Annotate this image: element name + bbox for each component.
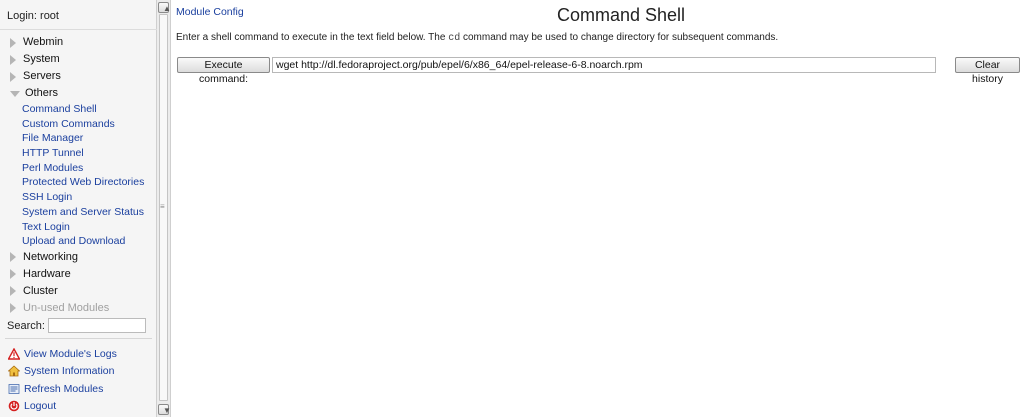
sidebar-item-text-login[interactable]: Text Login <box>0 220 157 235</box>
search-label: Search: <box>7 319 45 332</box>
sidebar-scrollbar[interactable]: ▲ ≡ ▼ <box>157 0 171 417</box>
module-nav: Webmin System Servers Others Command She… <box>0 34 157 317</box>
sidebar-item-system-server-status[interactable]: System and Server Status <box>0 205 157 220</box>
expand-arrow-icon <box>10 269 16 280</box>
category-label: Un-used Modules <box>23 301 110 314</box>
module-config-link[interactable]: Module Config <box>176 6 244 18</box>
command-input[interactable] <box>272 57 936 73</box>
category-label: Networking <box>23 250 79 263</box>
category-system[interactable]: System <box>0 51 157 68</box>
logout-icon <box>8 400 20 412</box>
category-label: System <box>23 53 60 65</box>
description-text-end: command may be used to change directory … <box>460 32 779 43</box>
expand-arrow-icon <box>10 286 16 297</box>
link-label: System Information <box>24 365 115 378</box>
scrollbar-grip-icon: ≡ <box>160 202 165 211</box>
command-row: Execute command: Clear history <box>177 56 1023 85</box>
scroll-down-icon[interactable]: ▼ <box>158 404 171 415</box>
expand-arrow-icon <box>10 71 16 82</box>
expand-arrow-icon <box>10 54 16 65</box>
module-search: Search: <box>7 318 146 333</box>
main-content: Module Config Command Shell Enter a shel… <box>176 0 1024 417</box>
link-label: Logout <box>24 400 57 413</box>
category-cluster[interactable]: Cluster <box>0 283 157 300</box>
login-label: Login: root <box>0 0 157 30</box>
sidebar-item-protected-web-directories[interactable]: Protected Web Directories <box>0 175 157 190</box>
category-label: Hardware <box>23 267 71 280</box>
category-unused-modules[interactable]: Un-used Modules <box>0 300 157 317</box>
execute-command-button[interactable]: Execute command: <box>177 57 270 85</box>
category-label: Cluster <box>23 284 58 297</box>
expand-arrow-icon <box>10 303 16 314</box>
search-input[interactable] <box>47 318 146 333</box>
refresh-icon <box>8 383 20 394</box>
category-label: Webmin <box>23 36 64 48</box>
sidebar-item-file-manager[interactable]: File Manager <box>0 131 157 146</box>
sidebar-item-custom-commands[interactable]: Custom Commands <box>0 117 157 132</box>
category-others[interactable]: Others <box>0 85 157 102</box>
sidebar-item-http-tunnel[interactable]: HTTP Tunnel <box>0 146 157 161</box>
category-hardware[interactable]: Hardware <box>0 266 157 283</box>
sidebar-item-ssh-login[interactable]: SSH Login <box>0 190 157 205</box>
category-label: Servers <box>23 70 61 82</box>
description-text: Enter a shell command to execute in the … <box>176 32 449 43</box>
link-label: Refresh Modules <box>24 382 104 395</box>
category-webmin[interactable]: Webmin <box>0 34 157 51</box>
logout-link[interactable]: Logout <box>8 398 117 416</box>
category-networking[interactable]: Networking <box>0 249 157 266</box>
description-code: cd <box>448 33 461 44</box>
clear-history-button[interactable]: Clear history <box>955 57 1020 85</box>
expand-arrow-icon <box>10 37 16 48</box>
collapse-arrow-icon <box>10 90 20 97</box>
category-label: Others <box>25 87 59 99</box>
divider <box>5 338 152 339</box>
refresh-modules-link[interactable]: Refresh Modules <box>8 380 117 398</box>
category-servers[interactable]: Servers <box>0 68 157 85</box>
scroll-up-icon[interactable]: ▲ <box>158 2 171 13</box>
sidebar: Login: root Webmin System Servers Others… <box>0 0 157 417</box>
system-information-link[interactable]: System Information <box>8 363 117 381</box>
sidebar-item-command-shell[interactable]: Command Shell <box>0 102 157 117</box>
page-description: Enter a shell command to execute in the … <box>176 32 778 44</box>
view-module-logs-link[interactable]: View Module's Logs <box>8 345 117 363</box>
sidebar-item-upload-download[interactable]: Upload and Download <box>0 234 157 249</box>
sidebar-item-perl-modules[interactable]: Perl Modules <box>0 161 157 176</box>
page-title: Command Shell <box>556 5 686 25</box>
home-icon <box>8 365 20 377</box>
warning-icon <box>8 347 20 360</box>
link-label: View Module's Logs <box>24 347 117 360</box>
sidebar-links: View Module's Logs System Information Re… <box>8 345 117 415</box>
expand-arrow-icon <box>10 252 16 263</box>
